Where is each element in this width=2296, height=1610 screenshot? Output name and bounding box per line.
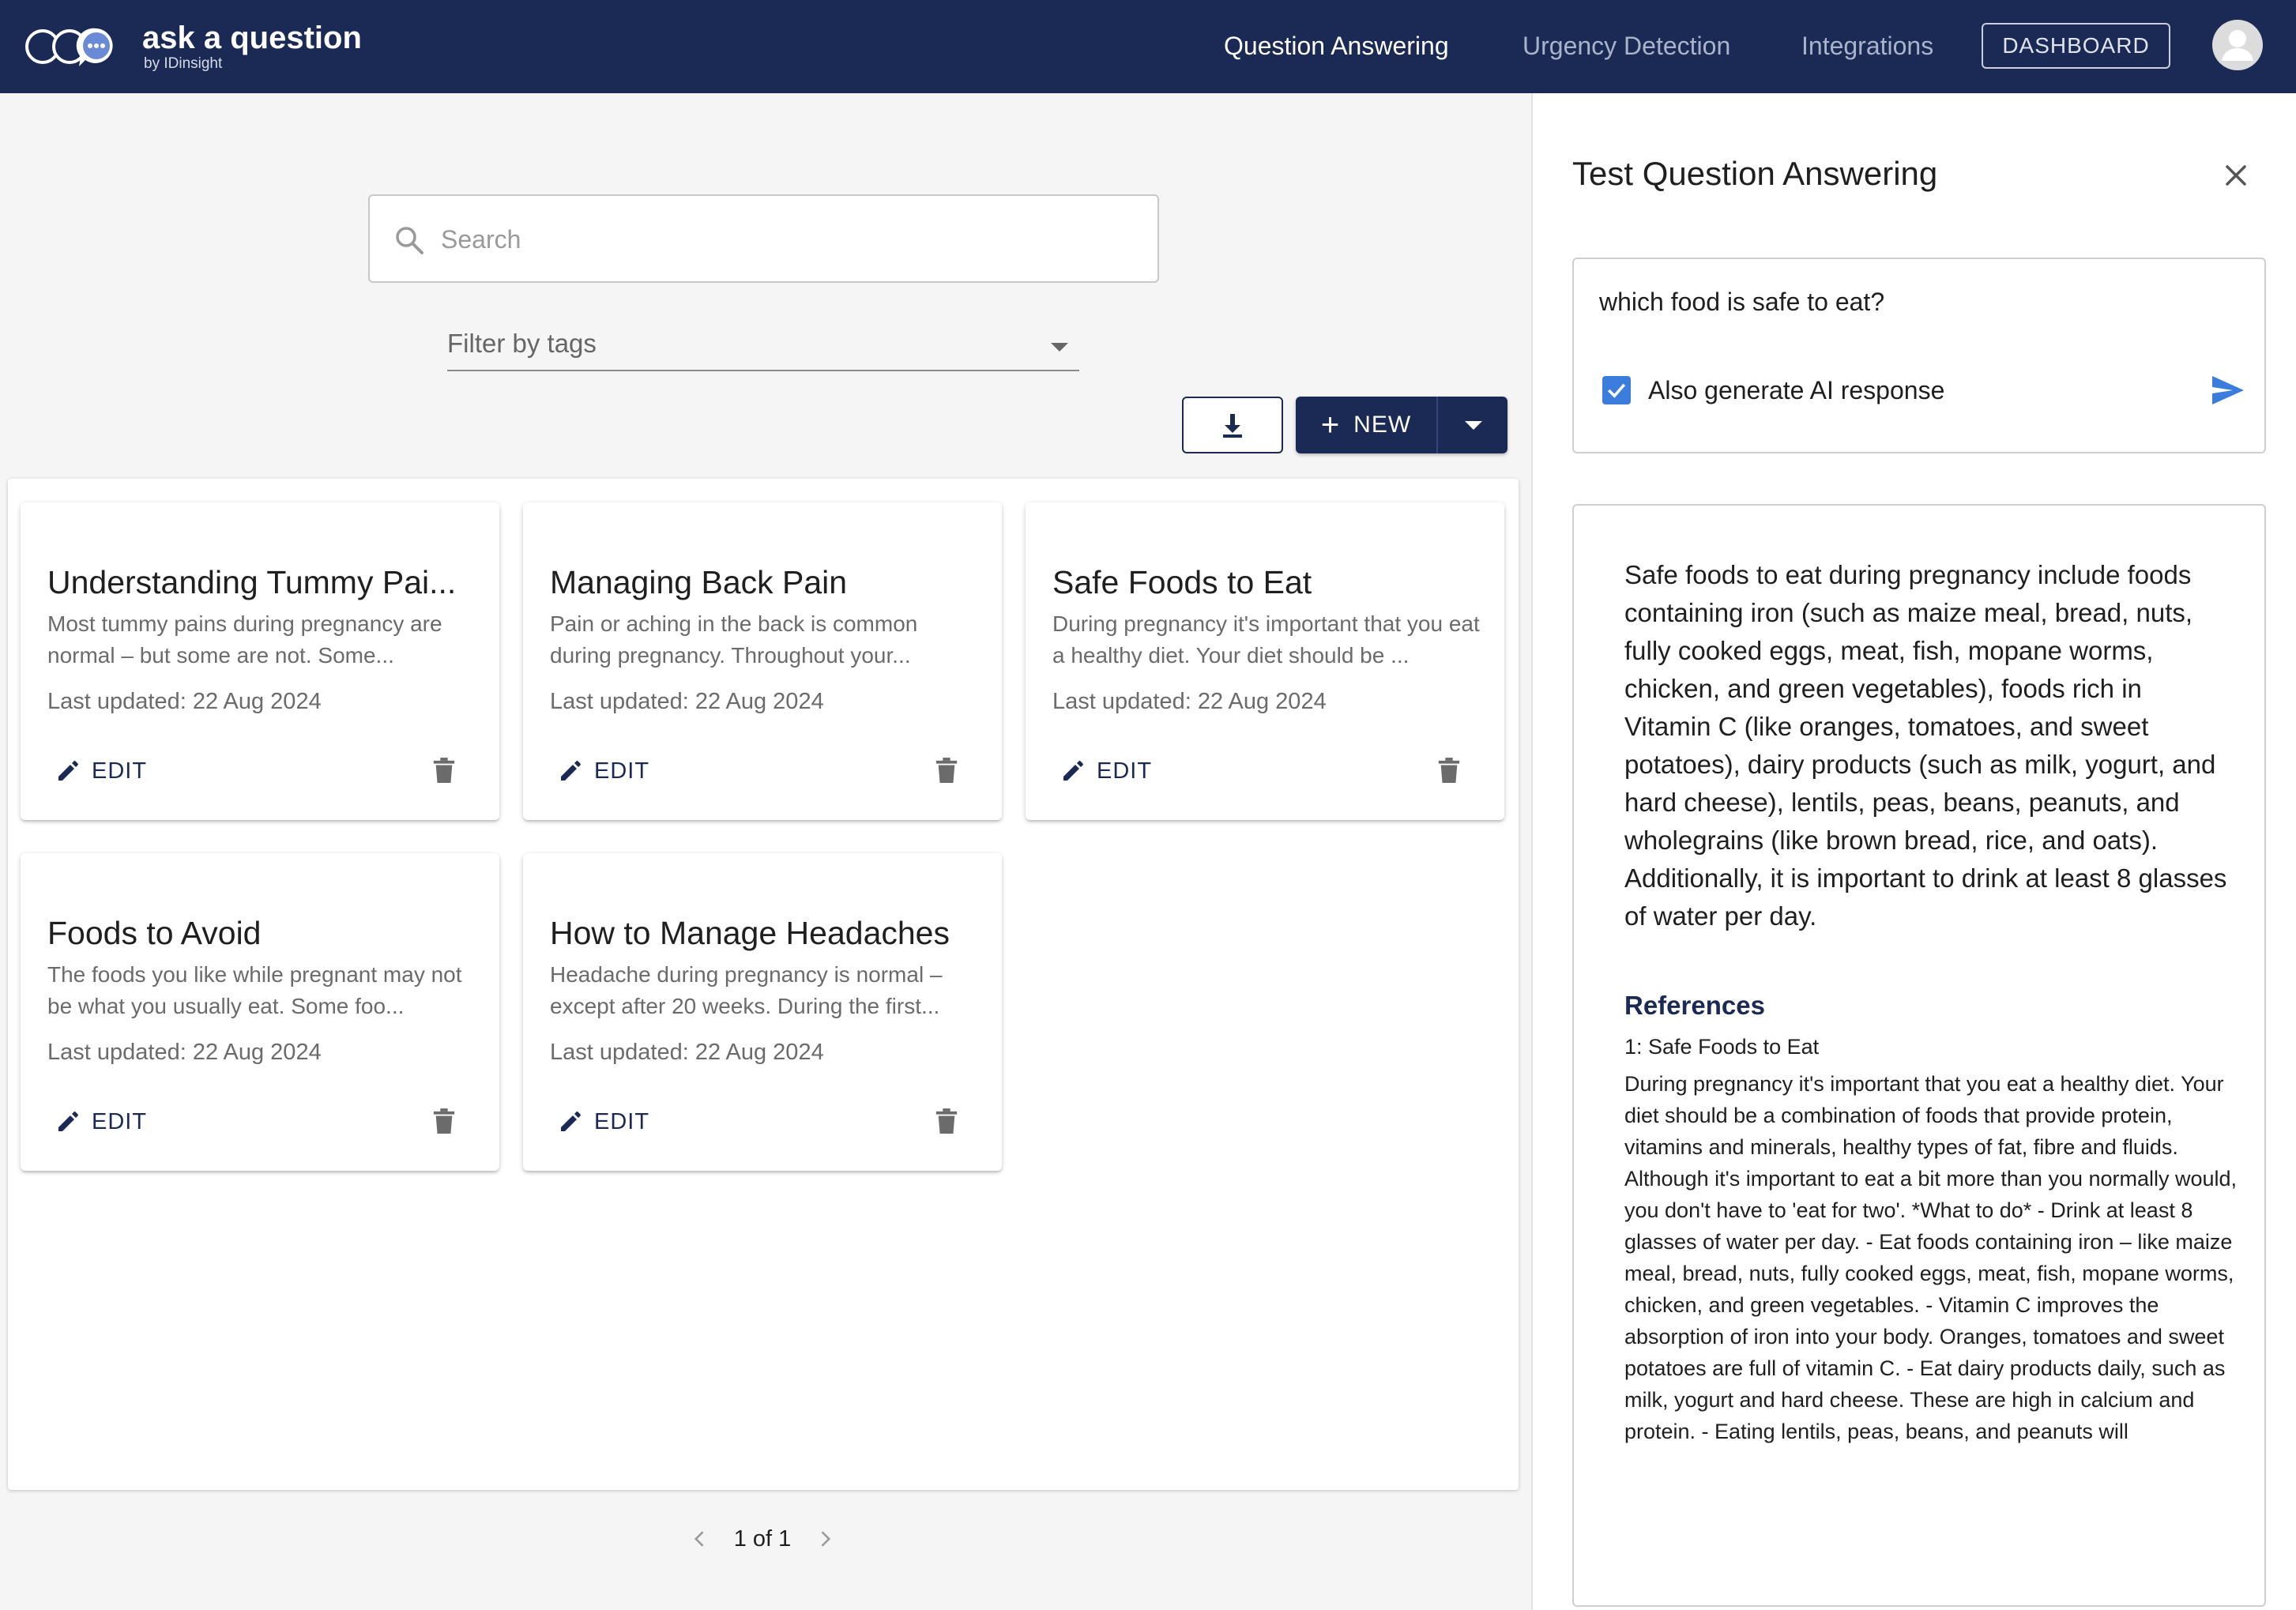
top-app-bar: ask a question by IDinsight Question Ans…	[0, 0, 2296, 93]
card-snippet: Headache during pregnancy is normal – ex…	[550, 962, 943, 1018]
edit-label: EDIT	[92, 758, 148, 784]
brand-subtitle: by IDinsight	[144, 55, 223, 72]
card-last-updated: Last updated: 22 Aug 2024	[47, 689, 322, 714]
trash-icon	[433, 758, 455, 783]
content-cards-panel: Understanding Tummy Pai... Most tummy pa…	[8, 479, 1519, 1490]
nav-urgency-detection[interactable]: Urgency Detection	[1523, 28, 1730, 63]
nav-question-answering[interactable]: Question Answering	[1224, 28, 1449, 63]
card-title: Foods to Avoid	[47, 915, 262, 951]
delete-button[interactable]	[931, 754, 962, 788]
new-button-group: + NEW	[1296, 397, 1507, 453]
filter-by-tags-select[interactable]: Filter by tags	[447, 324, 1079, 371]
pencil-icon	[561, 761, 581, 781]
close-icon	[2226, 165, 2246, 186]
edit-button[interactable]: EDIT	[558, 1104, 649, 1139]
delete-button[interactable]	[931, 1104, 962, 1139]
logo-icon	[25, 28, 113, 66]
download-icon	[1223, 414, 1242, 438]
trash-icon	[1438, 758, 1460, 783]
card-title: Managing Back Pain	[550, 564, 848, 600]
search-input[interactable]	[441, 213, 1136, 265]
nav-integrations[interactable]: Integrations	[1801, 28, 1933, 63]
user-icon	[2222, 30, 2253, 61]
generate-ai-label: Also generate AI response	[1648, 376, 1945, 404]
card-snippet: During pregnancy it's important that you…	[1052, 611, 1480, 668]
caret-down-icon	[1465, 420, 1482, 430]
content-card[interactable]: How to Manage Headaches Headache during …	[523, 853, 1002, 1171]
previous-page-button[interactable]	[687, 1526, 713, 1552]
edit-button[interactable]: EDIT	[55, 1104, 147, 1139]
new-button[interactable]: + NEW	[1296, 397, 1438, 453]
plus-icon: +	[1320, 408, 1340, 442]
edit-button[interactable]: EDIT	[55, 754, 147, 788]
edit-button[interactable]: EDIT	[558, 754, 649, 788]
send-button[interactable]	[2206, 368, 2250, 412]
chevron-left-icon	[694, 1531, 704, 1547]
dashboard-button[interactable]: DASHBOARD	[1982, 23, 2170, 69]
trash-icon	[935, 758, 958, 783]
edit-button[interactable]: EDIT	[1060, 754, 1152, 788]
search-icon	[396, 227, 423, 254]
brand-text: ask a question by IDinsight	[142, 21, 362, 73]
answer-box: Safe foods to eat during pregnancy inclu…	[1572, 504, 2266, 1607]
download-button[interactable]	[1182, 397, 1283, 453]
references-heading: References	[1624, 991, 1765, 1020]
close-panel-button[interactable]	[2219, 158, 2253, 193]
pencil-icon	[1063, 761, 1083, 781]
pagination: 1 of 1	[687, 1517, 837, 1561]
trash-icon	[935, 1108, 958, 1134]
filter-label: Filter by tags	[447, 329, 597, 358]
pencil-icon	[58, 761, 78, 781]
question-input[interactable]: which food is safe to eat?	[1599, 288, 1884, 317]
chevron-right-icon	[821, 1531, 831, 1547]
content-card[interactable]: Foods to Avoid The foods you like while …	[21, 853, 499, 1171]
pencil-icon	[58, 1112, 78, 1131]
pencil-icon	[561, 1112, 581, 1131]
edit-label: EDIT	[594, 1108, 650, 1134]
generate-ai-checkbox[interactable]	[1602, 376, 1631, 404]
new-dropdown-button[interactable]	[1440, 397, 1507, 453]
reference-body: During pregnancy it's important that you…	[1624, 1072, 2238, 1443]
delete-button[interactable]	[428, 1104, 460, 1139]
reference-title: 1: Safe Foods to Eat	[1624, 1035, 1820, 1059]
search-field[interactable]	[368, 194, 1159, 283]
content-card[interactable]: Understanding Tummy Pai... Most tummy pa…	[21, 502, 499, 820]
send-icon	[2212, 376, 2244, 404]
card-last-updated: Last updated: 22 Aug 2024	[1052, 689, 1327, 714]
brand[interactable]: ask a question by IDinsight	[25, 13, 362, 81]
card-last-updated: Last updated: 22 Aug 2024	[47, 1040, 322, 1065]
question-input-box[interactable]: which food is safe to eat? Also generate…	[1572, 258, 2266, 453]
card-last-updated: Last updated: 22 Aug 2024	[550, 1040, 824, 1065]
card-title: Safe Foods to Eat	[1052, 564, 1312, 600]
card-snippet: The foods you like while pregnant may no…	[47, 962, 462, 1018]
next-page-button[interactable]	[812, 1526, 837, 1552]
brand-title: ask a question	[142, 21, 362, 55]
card-snippet: Most tummy pains during pregnancy are no…	[47, 611, 442, 668]
trash-icon	[433, 1108, 455, 1134]
new-button-label: NEW	[1353, 412, 1412, 438]
content-card[interactable]: Managing Back Pain Pain or aching in the…	[523, 502, 1002, 820]
ai-response-text: Safe foods to eat during pregnancy inclu…	[1624, 560, 2227, 931]
test-question-answering-panel: Test Question Answering which food is sa…	[1531, 93, 2296, 1610]
delete-button[interactable]	[428, 754, 460, 788]
card-last-updated: Last updated: 22 Aug 2024	[550, 689, 824, 714]
content-card[interactable]: Safe Foods to Eat During pregnancy it's …	[1026, 502, 1504, 820]
panel-title: Test Question Answering	[1572, 155, 1938, 192]
check-icon	[1607, 383, 1626, 398]
caret-down-icon	[1051, 343, 1068, 352]
card-title: How to Manage Headaches	[550, 915, 950, 951]
delete-button[interactable]	[1433, 754, 1465, 788]
card-snippet: Pain or aching in the back is common dur…	[550, 611, 918, 668]
edit-label: EDIT	[594, 758, 650, 784]
page-indicator: 1 of 1	[733, 1525, 792, 1552]
avatar[interactable]	[2212, 20, 2263, 70]
edit-label: EDIT	[92, 1108, 148, 1134]
edit-label: EDIT	[1097, 758, 1153, 784]
card-title: Understanding Tummy Pai...	[47, 564, 457, 600]
